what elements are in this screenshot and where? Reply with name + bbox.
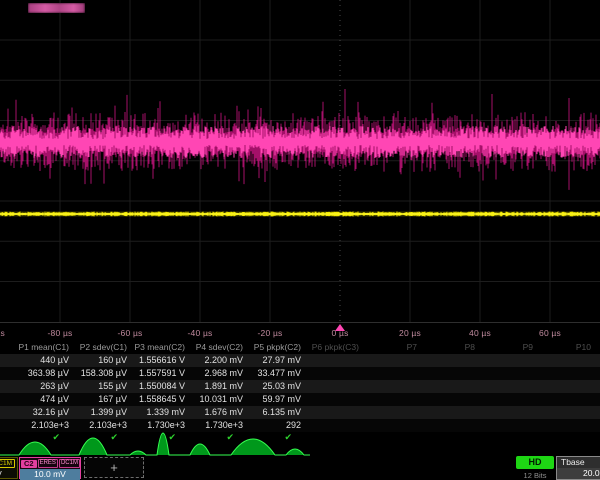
measurement-cell [538, 354, 596, 367]
time-tick-label: -60 µs [118, 328, 143, 338]
measure-header-P8[interactable]: P8 [422, 341, 480, 354]
add-trace-button[interactable]: + [84, 457, 144, 478]
measurement-cell [422, 367, 480, 380]
measurement-cell [422, 380, 480, 393]
c2-coupling-badge: DC1M [59, 459, 80, 468]
measurement-cell [422, 406, 480, 419]
measurement-cell [480, 367, 538, 380]
timebase-value: 20.0 µs [557, 468, 600, 479]
measure-header-P4[interactable]: P4 sdev(C2) [190, 341, 248, 354]
c1-vertical-scale-value: 10.0 mV [0, 469, 17, 479]
measurement-row: 474 µV167 µV1.558645 V10.031 mV59.97 mV [0, 393, 600, 406]
measure-header-P1[interactable]: P1 mean(C1) [16, 341, 74, 354]
measurement-cell: 1.550084 V [132, 380, 190, 393]
channel-descriptor-c2[interactable]: C2 ERES DC1M 10.0 mV [19, 457, 81, 479]
time-tick-label: -40 µs [188, 328, 213, 338]
status-badge [28, 3, 85, 13]
measurement-cell: 474 µV [16, 393, 74, 406]
measurement-cell [538, 380, 596, 393]
measurement-cell: 32.16 µV [16, 406, 74, 419]
measurement-cell [306, 406, 364, 419]
measure-header-P7[interactable]: P7 [364, 341, 422, 354]
measurement-cell: 10.031 mV [190, 393, 248, 406]
measurement-cell: 1.557591 V [132, 367, 190, 380]
measurement-cell: 1.556616 V [132, 354, 190, 367]
measurement-cell: 160 µV [74, 354, 132, 367]
timebase-descriptor[interactable]: Tbase 20.0 µs [556, 456, 600, 480]
measurement-cell: 2.968 mV [190, 367, 248, 380]
measurement-row: 32.16 µV1.399 µV1.339 mV1.676 mV6.135 mV [0, 406, 600, 419]
measurement-cell [480, 354, 538, 367]
time-tick-label: -20 µs [258, 328, 283, 338]
c2-channel-label: C2 [21, 460, 37, 468]
measurement-cell [538, 367, 596, 380]
histicon-fill [0, 433, 310, 455]
measurement-cell: 2.200 mV [190, 354, 248, 367]
measurement-row: 363.98 µV158.308 µV1.557591 V2.968 mV33.… [0, 367, 600, 380]
measurement-cell: 25.03 mV [248, 380, 306, 393]
measurement-cell [422, 354, 480, 367]
time-tick-label: 40 µs [469, 328, 491, 338]
measure-header-P9[interactable]: P9 [480, 341, 538, 354]
measurement-cell: 1.676 mV [190, 406, 248, 419]
measurement-row: 263 µV155 µV1.550084 V1.891 mV25.03 mV [0, 380, 600, 393]
measurement-cell: 1.891 mV [190, 380, 248, 393]
measurement-row: 440 µV160 µV1.556616 V2.200 mV27.97 mV [0, 354, 600, 367]
adc-bits-label: 12 Bits [516, 471, 554, 480]
measurement-cell [538, 406, 596, 419]
measurement-cell: 1.558645 V [132, 393, 190, 406]
measurement-cell: 363.98 µV [16, 367, 74, 380]
measurement-cell [364, 354, 422, 367]
time-tick-label: -100 µs [0, 328, 5, 338]
c2-vertical-scale-value: 10.0 mV [20, 469, 80, 480]
measurement-cell [364, 367, 422, 380]
c2-eres-badge: ERES [38, 459, 58, 468]
measurement-cell [306, 354, 364, 367]
oscilloscope-screen: -100 µs -80 µs -60 µs -40 µs -20 µs 0 µs 20 µs… [0, 0, 600, 480]
measurement-cell [306, 380, 364, 393]
measurement-cell [364, 406, 422, 419]
measurement-cell: 167 µV [74, 393, 132, 406]
hd-mode-badge[interactable]: HD [516, 456, 554, 469]
measure-header-P6[interactable]: P6 pkpk(C3) [306, 341, 364, 354]
measurement-cell: 155 µV [74, 380, 132, 393]
time-tick-label: 60 µs [539, 328, 561, 338]
measurement-cell [306, 367, 364, 380]
measure-header-P3[interactable]: P3 mean(C2) [132, 341, 190, 354]
measurement-cell [306, 393, 364, 406]
waveform-grid [0, 0, 600, 322]
measure-header-P5[interactable]: P5 pkpk(C2) [248, 341, 306, 354]
measure-header-P10[interactable]: P10 [538, 341, 596, 354]
time-tick-label: -80 µs [48, 328, 73, 338]
grid-canvas [0, 0, 600, 322]
measurement-header-row: P1 mean(C1)P2 sdev(C1)P3 mean(C2)P4 sdev… [0, 341, 600, 354]
measurement-cell: 33.477 mV [248, 367, 306, 380]
measurement-cell: 158.308 µV [74, 367, 132, 380]
measure-header-P2[interactable]: P2 sdev(C1) [74, 341, 132, 354]
measurement-cell: 1.339 mV [132, 406, 190, 419]
time-axis: -100 µs -80 µs -60 µs -40 µs -20 µs 0 µs 20 µs… [0, 322, 600, 341]
timebase-label: Tbase [557, 457, 600, 467]
measurement-cell [480, 406, 538, 419]
measurement-cell [480, 380, 538, 393]
measurement-cell [364, 380, 422, 393]
measurement-cell: 440 µV [16, 354, 74, 367]
time-tick-label: 20 µs [399, 328, 421, 338]
measurement-cell: 6.135 mV [248, 406, 306, 419]
measurement-cell: 59.97 mV [248, 393, 306, 406]
histicon-trace [0, 420, 600, 458]
measurement-cell [480, 393, 538, 406]
measurement-cell: 263 µV [16, 380, 74, 393]
c1-coupling-badge: DC1M [0, 459, 15, 468]
plus-icon: + [110, 461, 118, 474]
channel-descriptor-c1[interactable]: DC1M 10.0 mV [0, 457, 18, 479]
measurement-cell [422, 393, 480, 406]
time-tick-label: 0 µs [331, 328, 348, 338]
measurement-cell: 1.399 µV [74, 406, 132, 419]
measurement-cell: 27.97 mV [248, 354, 306, 367]
measurement-cell [364, 393, 422, 406]
measurement-cell [538, 393, 596, 406]
